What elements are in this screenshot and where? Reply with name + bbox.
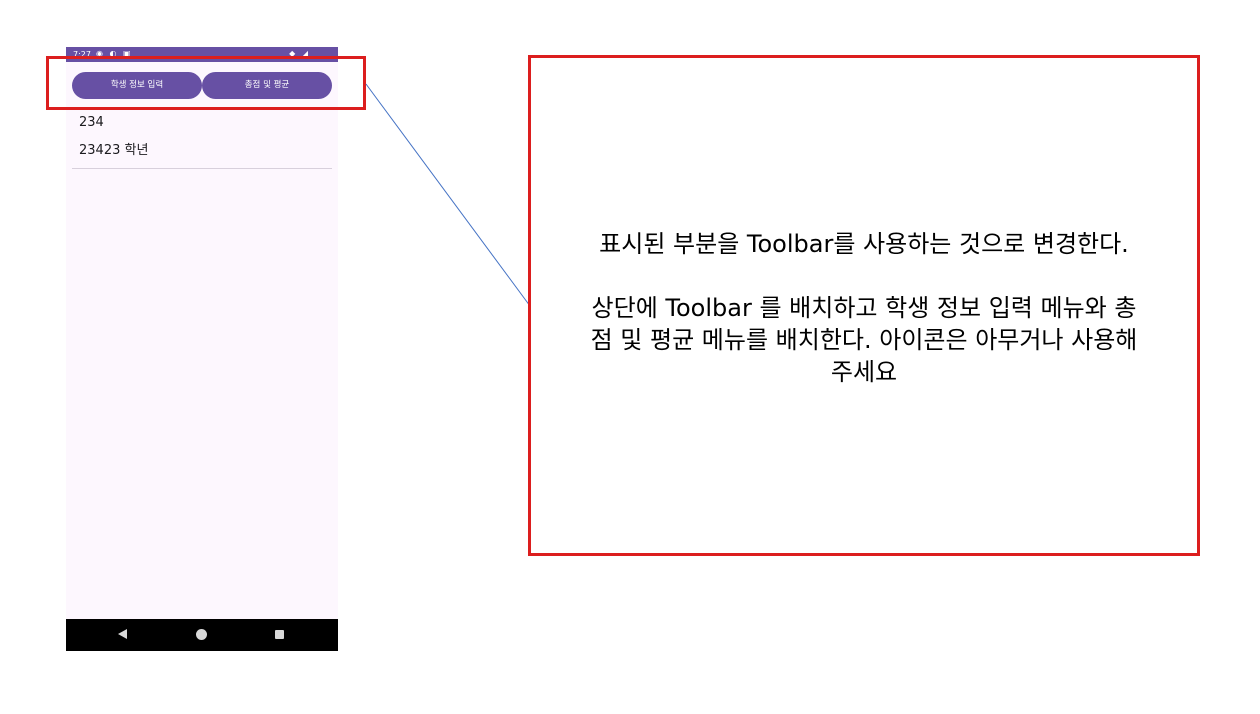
annotation-para-line1: 상단에 Toolbar 를 배치하고 학생 정보 입력 메뉴와 총: [591, 294, 1137, 322]
annotation-para-line3: 주세요: [830, 358, 898, 386]
annotation-line1: 표시된 부분을 Toolbar를 사용하는 것으로 변경한다.: [599, 230, 1129, 258]
annotation-paragraph: 상단에 Toolbar 를 배치하고 학생 정보 입력 메뉴와 총 점 및 평균…: [531, 292, 1197, 388]
annotation-box: 표시된 부분을 Toolbar를 사용하는 것으로 변경한다. 상단에 Tool…: [528, 55, 1200, 556]
annotation-para-line2: 점 및 평균 메뉴를 배치한다. 아이콘은 아무거나 사용해: [590, 326, 1138, 354]
